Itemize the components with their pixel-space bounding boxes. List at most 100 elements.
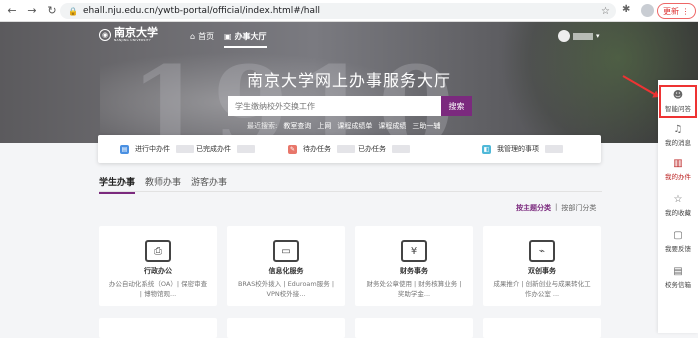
yen-icon: ¥	[401, 240, 427, 262]
service-card-it[interactable]: ▭ 信息化服务 BRAS校外拨入 | Eduroam服务 | VPN校外接...	[227, 226, 345, 306]
url-text: ehall.nju.edu.cn/ywtb-portal/official/in…	[82, 6, 321, 16]
sidebar-label: 我要反馈	[665, 245, 691, 253]
divider	[99, 191, 602, 192]
browser-toolbar: ← → ↻ 🔒 ehall.nju.edu.cn/ywtb-portal/off…	[0, 0, 698, 22]
card-title: 双创事务	[528, 267, 556, 275]
card-description: 办公自动化系统（OA）| 保密审查 | 博物馆观...	[108, 280, 208, 298]
sidebar-item-favorites[interactable]: ☆ 我的收藏	[658, 194, 698, 217]
task-label: 已办任务	[358, 145, 386, 153]
service-card-admin[interactable]: ⎙ 行政办公 办公自动化系统（OA）| 保密审查 | 博物馆观...	[99, 226, 217, 306]
nav-home-label: 首页	[198, 32, 215, 41]
home-icon: ⌂	[190, 32, 196, 41]
service-card-partial[interactable]	[99, 318, 217, 338]
service-card-partial[interactable]	[227, 318, 345, 338]
todo-icon: ✎	[288, 144, 297, 154]
recent-item[interactable]: 教室查询	[283, 121, 311, 131]
forward-icon[interactable]: →	[24, 3, 40, 19]
card-description: 财务处公章使用 | 财务核算业务 | 奖助学金...	[366, 280, 462, 298]
nav-hall-label: 办事大厅	[234, 32, 267, 41]
card-description: 成果推介 | 创新创业与成果转化工作办公室 ...	[493, 280, 591, 298]
service-card-partial[interactable]	[355, 318, 473, 338]
printer-icon: ⎙	[145, 240, 171, 262]
task-label: 进行中办件	[135, 145, 170, 153]
hall-icon: ▣	[224, 32, 232, 41]
mailbox-icon: ▤	[673, 266, 683, 277]
reload-icon[interactable]: ↻	[44, 3, 60, 19]
profile-avatar[interactable]	[641, 4, 654, 17]
task-count-blurred	[337, 145, 355, 153]
hero-banner: 1910 ◉ 南京大学 NANJING UNIVERSITY ⌂ 首页 ▣ 办事…	[0, 22, 698, 143]
address-bar[interactable]: 🔒 ehall.nju.edu.cn/ywtb-portal/official/…	[60, 3, 616, 19]
task-label: 我管理的事项	[497, 145, 539, 153]
star-icon[interactable]: ☆	[601, 6, 610, 17]
floating-sidebar: ☻ 智能问答 ♫ 我的消息 ▥ 我的办件 ☆ 我的收藏 ▢ 我要反馈 ▤ 校务信…	[658, 80, 698, 333]
card-title: 行政办公	[144, 267, 172, 275]
update-label: 更新	[663, 6, 679, 16]
sidebar-item-my-cases[interactable]: ▥ 我的办件	[658, 158, 698, 181]
search-bar: 搜索	[228, 96, 472, 116]
sidebar-item-mailbox[interactable]: ▤ 校务信箱	[658, 266, 698, 289]
monitor-icon: ▭	[273, 240, 299, 262]
nav-home[interactable]: ⌂ 首页	[190, 31, 214, 42]
task-managed-items[interactable]: ◧ 我管理的事项	[482, 135, 563, 163]
avatar	[558, 30, 570, 42]
site-logo[interactable]: ◉ 南京大学 NANJING UNIVERSITY	[99, 26, 158, 42]
service-card-innovation[interactable]: ⌁ 双创事务 成果推介 | 创新创业与成果转化工作办公室 ...	[483, 226, 601, 306]
logo-text: 南京大学	[114, 26, 158, 39]
recent-searches: 最近搜索: 教室查询 上网 课程成绩单 课程成绩 三助一辅	[247, 121, 440, 131]
nav-service-hall[interactable]: ▣ 办事大厅	[224, 31, 267, 48]
manage-icon: ◧	[482, 144, 491, 154]
star-icon: ☆	[673, 194, 683, 205]
extensions-icon[interactable]: ✱	[622, 4, 630, 15]
card-title: 财务事务	[400, 267, 428, 275]
task-count-blurred	[392, 145, 410, 153]
update-button[interactable]: 更新 ⋮	[657, 3, 696, 19]
card-description: BRAS校外拨入 | Eduroam服务 | VPN校外接...	[237, 280, 335, 298]
recent-item[interactable]: 上网	[317, 121, 331, 131]
classify-separator: |	[555, 203, 558, 211]
page-title: 南京大学网上办事服务大厅	[246, 71, 451, 90]
sidebar-label: 我的办件	[665, 173, 691, 181]
service-card-finance[interactable]: ¥ 财务事务 财务处公章使用 | 财务核算业务 | 奖助学金...	[355, 226, 473, 306]
task-pending[interactable]: ✎ 待办任务	[288, 135, 355, 163]
classify-by-theme[interactable]: 按主题分类	[516, 203, 551, 213]
task-label: 待办任务	[303, 145, 331, 153]
chart-icon: ⌁	[529, 240, 555, 262]
search-button[interactable]: 搜索	[441, 96, 472, 116]
sidebar-label: 智能问答	[665, 105, 691, 113]
sidebar-label: 我的消息	[665, 139, 691, 147]
task-count-blurred	[237, 145, 255, 153]
sidebar-item-feedback[interactable]: ▢ 我要反馈	[658, 230, 698, 253]
recent-item[interactable]: 课程成绩单	[337, 121, 372, 131]
sidebar-item-smart-qa[interactable]: ☻ 智能问答	[659, 85, 697, 118]
recent-item[interactable]: 三助一辅	[412, 121, 440, 131]
classify-by-dept[interactable]: 按部门分类	[561, 203, 596, 213]
document-icon: ▤	[120, 144, 129, 154]
seal-icon: ◉	[99, 29, 111, 41]
sidebar-label: 校务信箱	[665, 281, 691, 289]
task-count-blurred	[176, 145, 194, 153]
bell-icon: ♫	[673, 124, 683, 135]
task-in-progress[interactable]: ▤ 进行中办件	[120, 135, 194, 163]
cases-icon: ▥	[673, 158, 683, 169]
feedback-icon: ▢	[673, 230, 683, 241]
task-summary-bar: ▤ 进行中办件 已完成办件 ✎ 待办任务 已办任务 ◧ 我管理的事项	[98, 135, 601, 163]
lock-icon[interactable]: 🔒	[68, 7, 78, 16]
task-count-blurred	[545, 145, 563, 153]
task-label: 已完成办件	[196, 145, 231, 153]
task-completed[interactable]: 已完成办件	[196, 135, 255, 163]
classify-toggle: 按主题分类 | 按部门分类	[516, 203, 596, 213]
recent-item[interactable]: 课程成绩	[378, 121, 406, 131]
card-title: 信息化服务	[268, 267, 304, 275]
back-icon[interactable]: ←	[4, 3, 20, 19]
sidebar-item-messages[interactable]: ♫ 我的消息	[658, 124, 698, 147]
user-menu[interactable]: ▾	[558, 30, 600, 42]
user-name-blurred	[573, 32, 593, 40]
service-card-partial[interactable]	[483, 318, 601, 338]
robot-icon: ☻	[672, 90, 684, 101]
recent-label: 最近搜索:	[247, 122, 278, 130]
sidebar-label: 我的收藏	[665, 209, 691, 217]
chevron-down-icon: ▾	[596, 32, 600, 40]
search-input[interactable]	[228, 96, 441, 116]
task-done[interactable]: 已办任务	[358, 135, 410, 163]
